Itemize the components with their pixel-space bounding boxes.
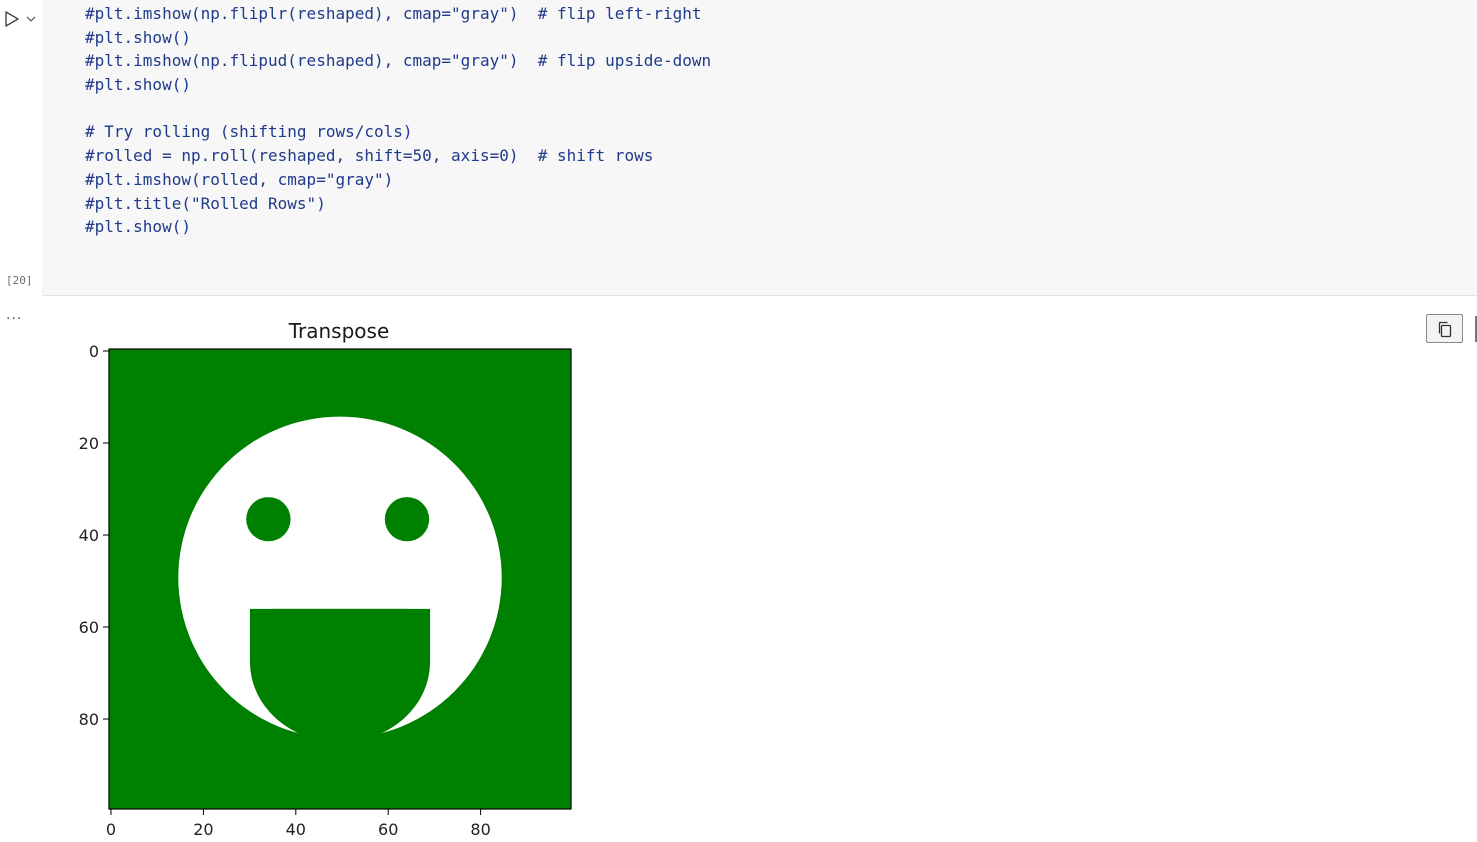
code-line: #plt.imshow(np.flipud(reshaped), cmap="g… (85, 51, 712, 71)
x-tick-label: 0 (106, 820, 116, 839)
code-text[interactable]: #plt.imshow(np.fliplr(reshaped), cmap="g… (85, 2, 711, 239)
y-tick-label: 0 (89, 342, 99, 361)
blank-code-line (85, 97, 711, 121)
x-tick-label: 20 (193, 820, 213, 839)
code-line: #plt.imshow(rolled, cmap="gray") (85, 169, 394, 189)
code-line: #plt.show() (85, 75, 191, 95)
transpose-plot: Transpose 0 20 40 60 80 0 20 40 60 80 (79, 319, 572, 839)
image-area (108, 348, 572, 810)
y-tick-label: 80 (79, 710, 99, 729)
x-axis: 0 20 40 60 80 (106, 809, 491, 839)
execution-count: [20] (6, 274, 33, 287)
y-axis: 0 20 40 60 80 (79, 342, 109, 729)
chart-title: Transpose (288, 319, 390, 343)
code-line: #plt.imshow(np.fliplr(reshaped), cmap="g… (85, 4, 702, 23)
code-line: #plt.title("Rolled Rows") (85, 193, 326, 213)
copy-icon (1438, 321, 1452, 338)
output-toggle-button[interactable]: ... (6, 306, 22, 324)
left-eye (246, 497, 291, 542)
x-tick-label: 60 (378, 820, 398, 839)
mouth-top (249, 608, 431, 662)
y-tick-label: 60 (79, 618, 99, 637)
code-line: #plt.show() (85, 27, 191, 47)
code-cell[interactable]: [20] #plt.imshow(np.fliplr(reshaped), cm… (0, 0, 1477, 296)
play-icon[interactable] (3, 10, 21, 28)
cell-gutter: [20] (0, 0, 42, 296)
x-tick-label: 40 (286, 820, 306, 839)
code-editor[interactable]: #plt.imshow(np.fliplr(reshaped), cmap="g… (42, 0, 1477, 296)
code-line: #rolled = np.roll(reshaped, shift=50, ax… (85, 146, 654, 166)
code-line: # Try rolling (shifting rows/cols) (85, 122, 413, 142)
chevron-down-icon[interactable] (25, 12, 37, 26)
right-eye (384, 497, 430, 542)
y-tick-label: 40 (79, 526, 99, 545)
y-tick-label: 20 (79, 434, 99, 453)
x-tick-label: 80 (470, 820, 490, 839)
code-line: #plt.show() (85, 217, 191, 237)
copy-output-button[interactable] (1426, 314, 1463, 343)
